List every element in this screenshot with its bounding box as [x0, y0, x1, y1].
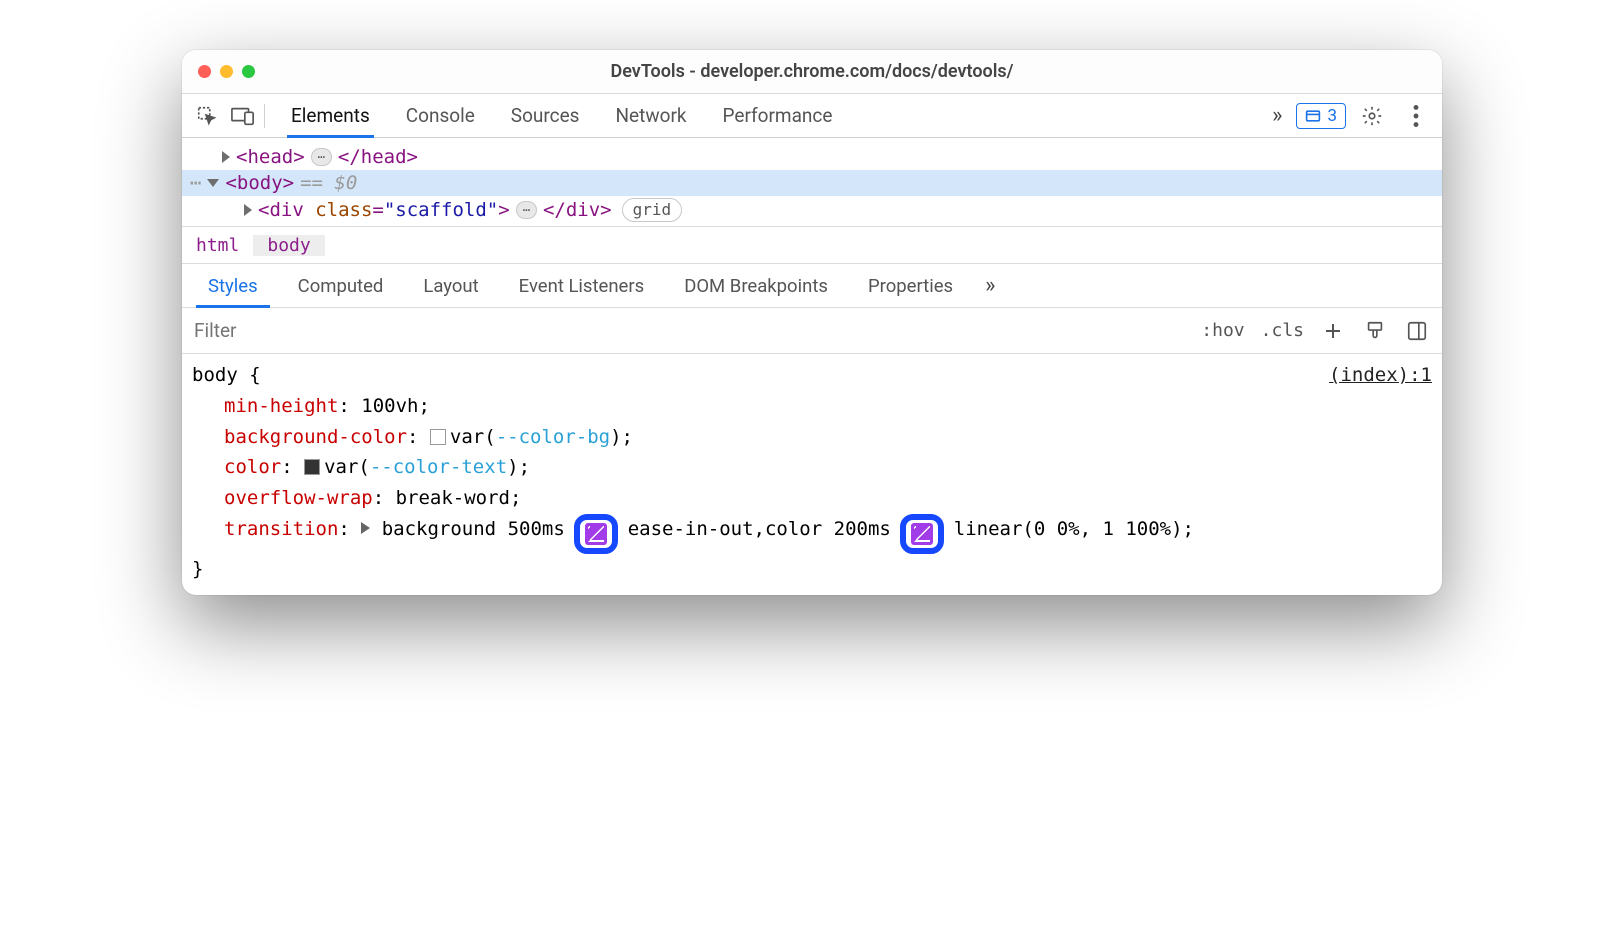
dom-node-div[interactable]: <div class="scaffold"> ⋯ </div> grid — [182, 196, 1442, 224]
toolbar-right: » 3 — [1266, 102, 1434, 130]
titlebar: DevTools - developer.chrome.com/docs/dev… — [182, 50, 1442, 94]
devtools-window: DevTools - developer.chrome.com/docs/dev… — [182, 50, 1442, 595]
annotation-highlight — [900, 514, 944, 554]
more-tabs-icon[interactable]: » — [1266, 103, 1288, 128]
issues-badge[interactable]: 3 — [1296, 103, 1346, 129]
tab-sources[interactable]: Sources — [493, 94, 598, 137]
selection-dots-icon: ⋯ — [190, 172, 201, 194]
color-swatch-icon[interactable] — [430, 429, 446, 445]
expand-shorthand-icon[interactable] — [361, 522, 370, 534]
styles-pane: body { (index):1 min-height: 100vh; back… — [182, 354, 1442, 595]
expand-arrow-icon[interactable] — [222, 151, 230, 163]
rule-selector[interactable]: body { — [192, 360, 261, 391]
css-prop-transition[interactable]: transition: background 500ms ease-in-out… — [192, 514, 1432, 554]
rule-close-brace: } — [192, 554, 1432, 585]
traffic-lights — [198, 65, 255, 78]
css-prop-overflow-wrap[interactable]: overflow-wrap: break-word; — [192, 483, 1432, 514]
styles-filter-tools: :hov .cls — [1189, 318, 1442, 344]
easing-editor-icon[interactable] — [911, 523, 933, 545]
collapsed-ellipsis-icon[interactable]: ⋯ — [516, 201, 537, 219]
zoom-window-button[interactable] — [242, 65, 255, 78]
tab-console[interactable]: Console — [388, 94, 493, 137]
subtab-styles[interactable]: Styles — [188, 264, 278, 307]
inspect-element-icon[interactable] — [190, 99, 224, 133]
css-prop-color[interactable]: color: var(--color-text); — [192, 452, 1432, 483]
dom-tree[interactable]: <head> ⋯ </head> ⋯ <body> == $0 <div cla… — [182, 138, 1442, 226]
tab-performance[interactable]: Performance — [705, 94, 851, 137]
minimize-window-button[interactable] — [220, 65, 233, 78]
subtab-computed[interactable]: Computed — [278, 264, 404, 307]
toolbar-separator — [264, 104, 265, 128]
dom-tag: <head> — [236, 146, 305, 168]
hov-toggle[interactable]: :hov — [1201, 320, 1244, 341]
styles-filter-input[interactable] — [182, 319, 1189, 342]
rule-header: body { (index):1 — [192, 360, 1432, 391]
dom-node-head[interactable]: <head> ⋯ </head> — [182, 144, 1442, 170]
cls-toggle[interactable]: .cls — [1261, 320, 1304, 341]
dom-tag: </div> — [543, 199, 612, 221]
dom-tag: </head> — [338, 146, 418, 168]
dom-tag: <body> — [225, 172, 294, 194]
subtab-dom-breakpoints[interactable]: DOM Breakpoints — [664, 264, 848, 307]
kebab-menu-icon[interactable] — [1402, 102, 1430, 130]
expand-arrow-icon[interactable] — [244, 204, 252, 216]
new-style-rule-icon[interactable] — [1320, 318, 1346, 344]
issues-count: 3 — [1327, 106, 1337, 126]
more-subtabs-icon[interactable]: » — [979, 273, 1001, 298]
collapsed-ellipsis-icon[interactable]: ⋯ — [311, 148, 332, 166]
selected-element-hint: == $0 — [300, 172, 357, 194]
settings-icon[interactable] — [1358, 102, 1386, 130]
rule-source-link[interactable]: (index):1 — [1329, 360, 1432, 391]
computed-sidebar-icon[interactable] — [1404, 318, 1430, 344]
breadcrumb-item-body[interactable]: body — [253, 235, 324, 256]
close-window-button[interactable] — [198, 65, 211, 78]
css-prop-background-color[interactable]: background-color: var(--color-bg); — [192, 422, 1432, 453]
panel-tabs: Elements Console Sources Network Perform… — [273, 94, 850, 137]
main-toolbar: Elements Console Sources Network Perform… — [182, 94, 1442, 138]
tab-elements[interactable]: Elements — [273, 94, 388, 137]
dom-tag: <div class="scaffold"> — [258, 199, 510, 221]
color-swatch-icon[interactable] — [304, 459, 320, 475]
easing-editor-icon[interactable] — [585, 523, 607, 545]
subtab-properties[interactable]: Properties — [848, 264, 973, 307]
grid-badge[interactable]: grid — [622, 198, 683, 222]
collapse-arrow-icon[interactable] — [207, 179, 219, 187]
breadcrumb-item-html[interactable]: html — [182, 235, 253, 256]
subtab-layout[interactable]: Layout — [403, 264, 498, 307]
css-prop-min-height[interactable]: min-height: 100vh; — [192, 391, 1432, 422]
dom-breadcrumb: html body — [182, 226, 1442, 264]
paint-brush-icon[interactable] — [1362, 318, 1388, 344]
subtab-event-listeners[interactable]: Event Listeners — [499, 264, 665, 307]
tab-network[interactable]: Network — [597, 94, 704, 137]
styles-subtabs: Styles Computed Layout Event Listeners D… — [182, 264, 1442, 308]
device-toolbar-icon[interactable] — [226, 99, 260, 133]
annotation-highlight — [574, 514, 618, 554]
dom-node-body[interactable]: ⋯ <body> == $0 — [182, 170, 1442, 196]
styles-filter-row: :hov .cls — [182, 308, 1442, 354]
window-title: DevTools - developer.chrome.com/docs/dev… — [182, 61, 1442, 82]
issues-icon — [1305, 108, 1321, 124]
